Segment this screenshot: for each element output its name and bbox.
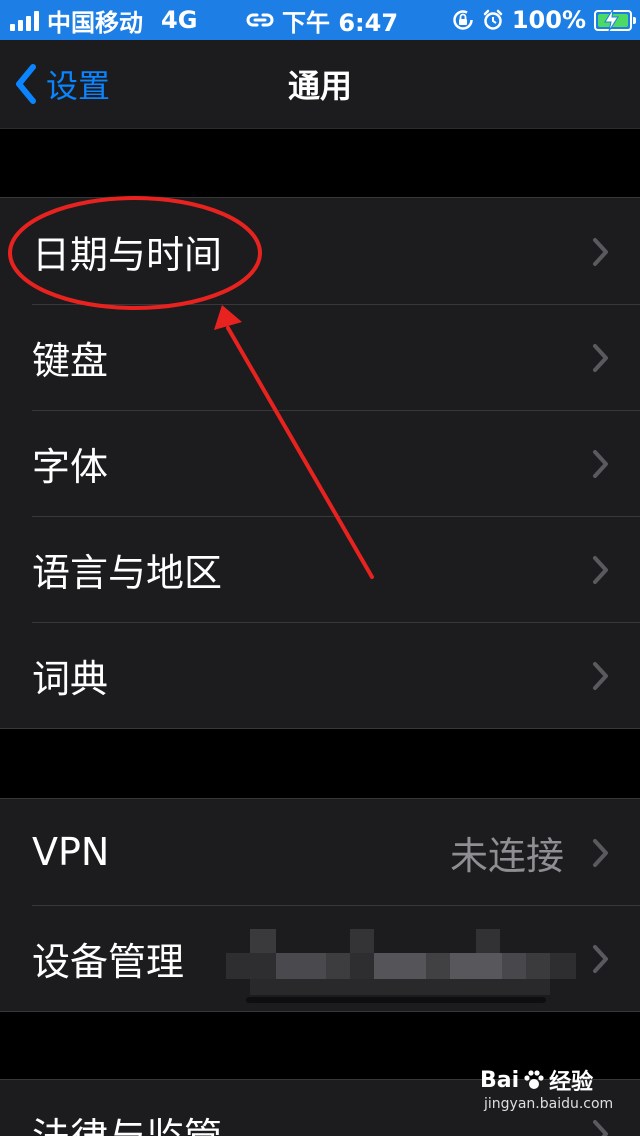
vpn-status-value: 未连接 <box>449 833 564 878</box>
chevron-right-icon <box>593 839 608 867</box>
baidu-watermark: Bai 经验 jingyan.baidu.com <box>480 1064 614 1122</box>
settings-row-vpn[interactable]: VPN 未连接 <box>0 799 640 905</box>
settings-row-device-management[interactable]: 设备管理 <box>0 905 640 1011</box>
battery-charging-icon <box>594 8 636 31</box>
chevron-right-icon <box>593 450 608 478</box>
row-label: 法律与监管 <box>32 1080 222 1136</box>
back-label: 设置 <box>46 67 111 105</box>
battery-percent: 100% <box>511 6 586 34</box>
link-icon <box>246 13 274 27</box>
back-button[interactable]: 设置 <box>14 40 110 128</box>
settings-row-language-region[interactable]: 语言与地区 <box>0 516 640 622</box>
watermark-brand: Bai <box>480 1067 520 1093</box>
chevron-right-icon <box>593 662 608 690</box>
alarm-icon <box>483 9 503 30</box>
settings-group-2: VPN 未连接 设备管理 <box>0 798 640 1012</box>
watermark-suffix: 经验 <box>549 1070 594 1095</box>
chevron-right-icon <box>593 238 608 266</box>
status-bar: 中国移动 4G 下午 6:47 100% <box>0 0 640 40</box>
watermark-logo: Bai 经验 <box>480 1064 610 1096</box>
chevron-right-icon <box>593 344 608 372</box>
pixelated-redaction <box>226 929 576 1003</box>
row-label: 日期与时间 <box>32 232 223 277</box>
paw-icon <box>524 1070 544 1089</box>
chevron-left-icon <box>16 64 36 104</box>
settings-row-fonts[interactable]: 字体 <box>0 410 640 516</box>
status-time: 下午 6:47 <box>282 8 399 37</box>
watermark-url: jingyan.baidu.com <box>484 1096 614 1112</box>
status-center: 下午 6:47 <box>246 0 398 40</box>
status-right: 100% <box>452 0 636 40</box>
chevron-right-icon <box>593 945 608 973</box>
status-left: 中国移动 4G <box>10 0 197 40</box>
row-label: VPN <box>32 830 110 874</box>
carrier-name: 中国移动 <box>47 8 143 37</box>
row-label: 键盘 <box>32 338 109 383</box>
settings-row-keyboard[interactable]: 键盘 <box>0 304 640 410</box>
navigation-bar: 设置 通用 <box>0 40 640 129</box>
row-label: 语言与地区 <box>32 550 223 595</box>
row-label: 设备管理 <box>32 939 185 984</box>
row-label: 字体 <box>32 444 109 489</box>
chevron-right-icon <box>593 556 608 584</box>
orientation-lock-icon <box>453 10 473 30</box>
row-label: 词典 <box>32 656 109 701</box>
settings-screen: 中国移动 4G 下午 6:47 100% 设置 通用 日期与时间 键盘 字体 语… <box>0 0 640 1136</box>
signal-icon <box>10 9 39 31</box>
settings-group-1: 日期与时间 键盘 字体 语言与地区 词典 <box>0 197 640 729</box>
settings-row-date-time[interactable]: 日期与时间 <box>0 198 640 304</box>
network-type: 4G <box>161 6 198 34</box>
settings-row-dictionary[interactable]: 词典 <box>0 622 640 728</box>
